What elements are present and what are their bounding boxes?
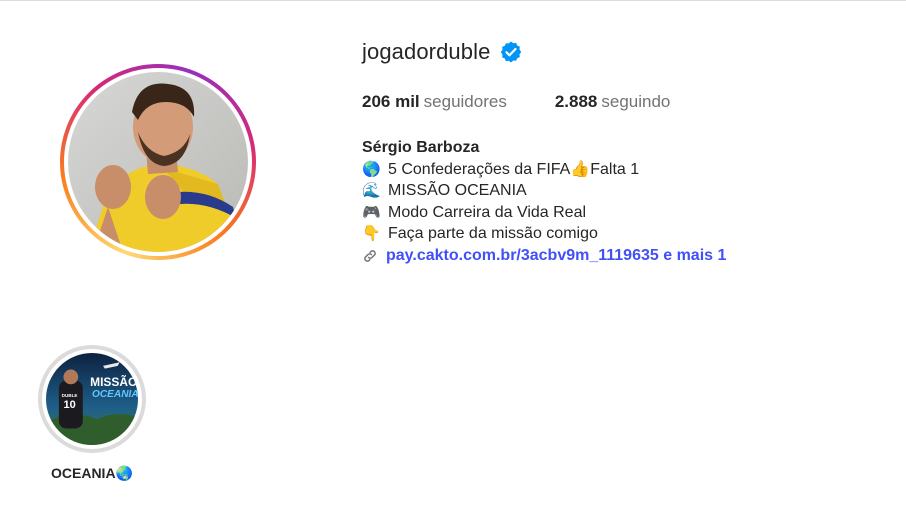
username-row: jogadorduble (362, 37, 523, 67)
svg-text:DUBLE: DUBLE (62, 393, 78, 398)
bio-line-confederations: 🌎 5 Confederações da FIFA👍Falta 1 (362, 159, 726, 181)
svg-text:10: 10 (63, 399, 75, 411)
profile-page: jogadorduble 206 mil seguidores 2.888 segu… (0, 0, 906, 509)
bio-link-text: pay.cakto.com.br/3acbv9m_1119635 e mais … (386, 246, 727, 264)
wave-icon: 🌊 (362, 182, 381, 200)
bio-link[interactable]: pay.cakto.com.br/3acbv9m_1119635 e mais … (362, 245, 726, 267)
pointing-down-icon: 👇 (362, 225, 381, 243)
bio-line-join: 👇 Faça parte da missão comigo (362, 223, 726, 245)
svg-text:OCEANIA: OCEANIA (92, 389, 138, 400)
link-icon (362, 248, 378, 264)
followers-count[interactable]: 206 mil seguidores (362, 91, 507, 113)
username[interactable]: jogadorduble (362, 39, 490, 65)
svg-text:MISSÃO: MISSÃO (90, 374, 137, 389)
story-highlight-oceania[interactable]: 10 DUBLE MISSÃO OCEANIA OCEANIA🌏 (38, 345, 146, 482)
profile-stats: 206 mil seguidores 2.888 seguindo (362, 91, 718, 113)
highlight-cover: 10 DUBLE MISSÃO OCEANIA (46, 353, 138, 445)
bio-full-name: Sérgio Barboza (362, 139, 480, 156)
profile-bio: Sérgio Barboza 🌎 5 Confederações da FIFA… (362, 137, 726, 267)
gamepad-icon: 🎮 (362, 203, 381, 221)
verified-badge-icon (499, 40, 523, 64)
highlight-label: OCEANIA🌏 (51, 465, 133, 481)
bio-line-career: 🎮 Modo Carreira da Vida Real (362, 202, 726, 224)
following-count[interactable]: 2.888 seguindo (555, 91, 671, 113)
avatar-photo (68, 72, 248, 252)
profile-avatar[interactable] (60, 64, 256, 260)
globe-icon: 🌎 (362, 160, 381, 178)
bio-line-mission: 🌊 MISSÃO OCEANIA (362, 180, 726, 202)
